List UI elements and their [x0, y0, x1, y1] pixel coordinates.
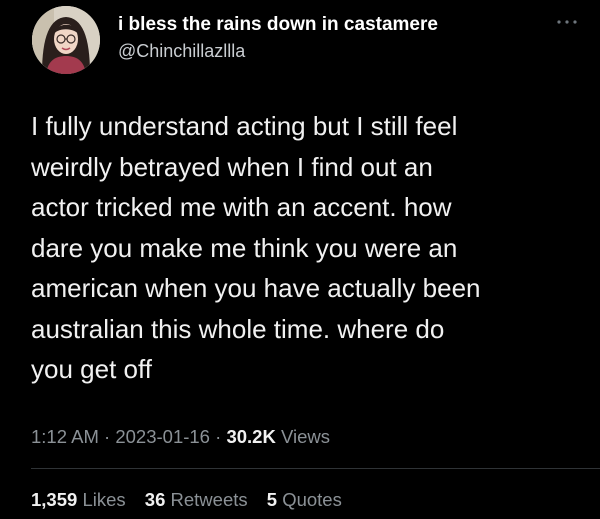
meta-separator: ·: [104, 426, 111, 447]
tweet-text-line: dare you make me think you were an: [31, 232, 458, 263]
likes-label: Likes: [82, 489, 126, 510]
tweet-text: I fully understand acting but I still fe…: [31, 106, 576, 390]
retweets-stat[interactable]: 36 Retweets: [145, 489, 248, 510]
tweet-meta: 1:12 AM · 2023-01-16 · 30.2K Views: [31, 426, 330, 448]
quotes-label: Quotes: [282, 489, 342, 510]
tweet-text-line: american when you have actually been: [31, 273, 481, 303]
avatar[interactable]: [32, 6, 100, 74]
retweets-count: 36: [144, 489, 166, 510]
author-handle[interactable]: @Chinchillazllla: [118, 41, 245, 62]
retweets-label: Retweets: [170, 489, 248, 510]
tweet-date[interactable]: 2023-01-16: [115, 426, 210, 447]
divider: [31, 468, 600, 469]
tweet-text-line: actor tricked me with an accent. how: [31, 192, 452, 222]
quotes-stat[interactable]: 5 Quotes: [267, 489, 342, 510]
author-display-name[interactable]: i bless the rains down in castamere: [118, 14, 438, 36]
tweet-card: i bless the rains down in castamere @Chi…: [0, 0, 600, 519]
views-label: Views: [280, 426, 330, 447]
meta-separator: ·: [215, 426, 222, 447]
likes-stat[interactable]: 1,359 Likes: [31, 489, 126, 510]
ellipsis-icon: [557, 20, 577, 24]
engagement-stats: 1,359 Likes 36 Retweets 5 Quotes: [31, 489, 356, 511]
more-options-button[interactable]: [552, 14, 582, 30]
quotes-count: 5: [266, 489, 278, 510]
likes-count: 1,359: [31, 489, 78, 510]
tweet-text-line: I fully understand acting but I still fe…: [31, 111, 458, 141]
profile-photo-icon: [32, 6, 100, 74]
tweet-time[interactable]: 1:12 AM: [31, 426, 99, 447]
tweet-text-line: you get off: [31, 354, 152, 384]
views-count: 30.2K: [226, 426, 276, 447]
tweet-text-line: weirdly betrayed when I find out an: [31, 151, 433, 182]
tweet-text-line: australian this whole time. where do: [31, 313, 445, 344]
